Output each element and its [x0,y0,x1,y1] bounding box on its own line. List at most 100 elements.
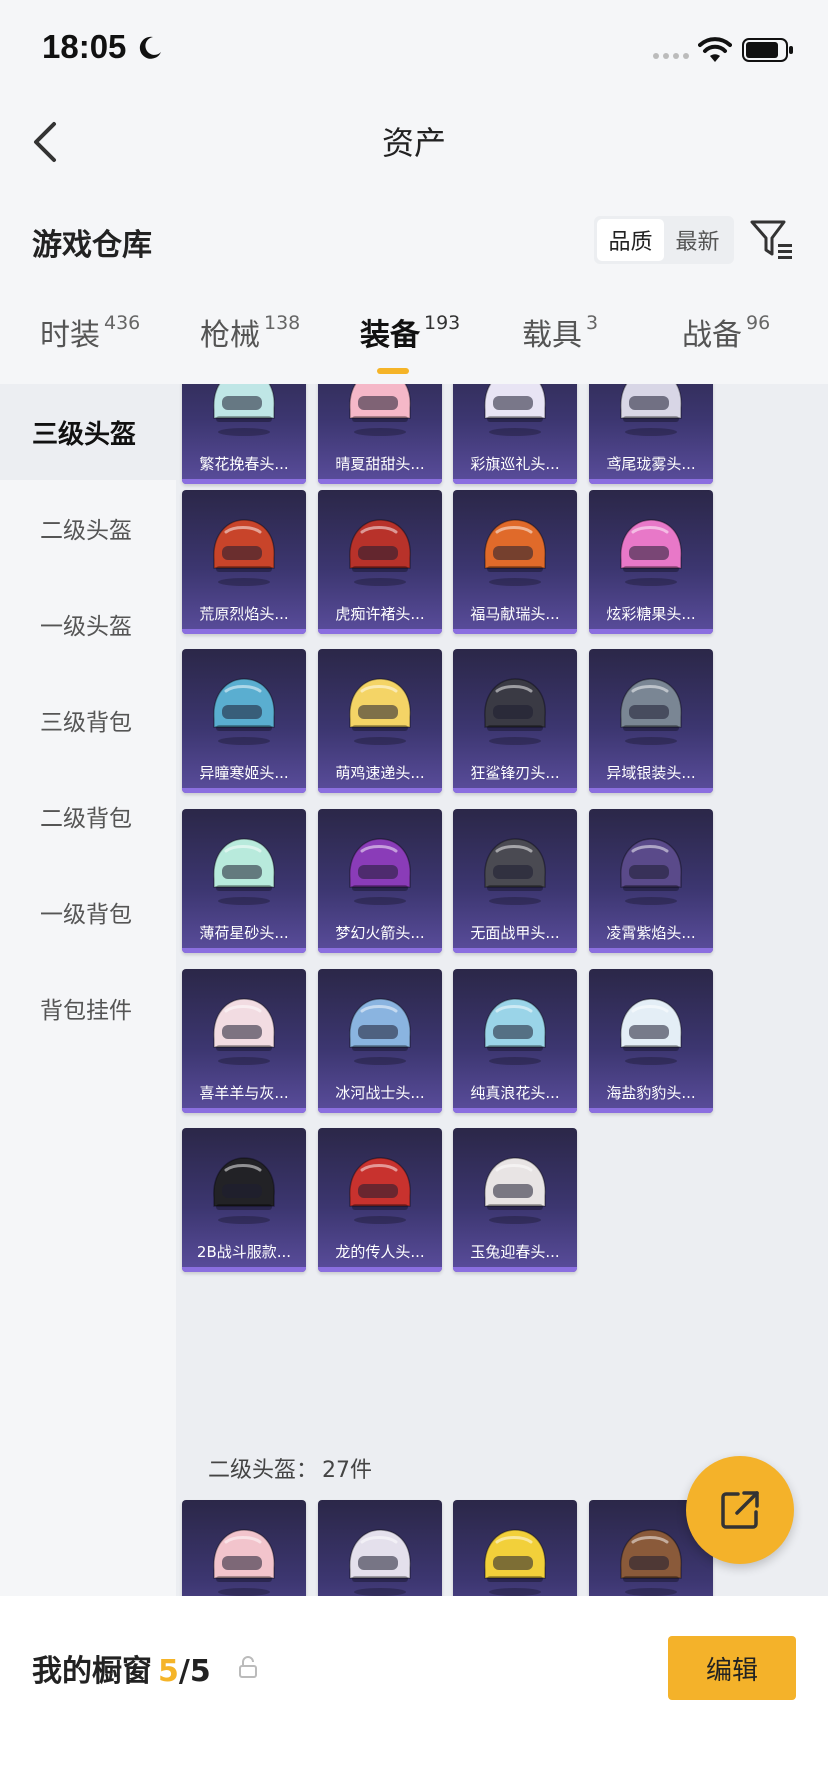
showcase-total: /5 [178,1654,211,1689]
status-bar: 18:05 [0,0,828,100]
item-card[interactable]: 异域银装头... [589,649,713,793]
item-card[interactable]: 龙的传人头... [318,1128,442,1272]
category-tabs: 时装 436 枪械 138 装备 193 载具 3 战备 96 [0,310,828,380]
item-name: 彩旗巡礼头... [470,455,560,473]
helmet-icon [620,1529,682,1596]
item-card[interactable]: 荒原烈焰头... [182,490,306,634]
item-card[interactable]: 无面战甲头... [453,809,577,953]
sidebar-item-level1-backpack[interactable]: 一级背包 [0,864,176,960]
tab-count: 96 [746,312,771,334]
item-card[interactable]: 海盐豹豹头... [589,969,713,1113]
tab-equipment[interactable]: 装备 193 [360,310,460,354]
item-card[interactable]: 虎痴许褚头... [318,490,442,634]
helmet-icon [349,1529,411,1596]
helmet-icon [349,838,411,905]
item-grid: 二级头盔： 27件 繁花挽春头... 晴夏甜甜头... 彩旗巡礼头... 鸢尾珑雾头..… [176,384,828,1596]
item-name: 虎痴许褚头... [335,605,425,623]
helmet-icon [213,519,275,586]
helmet-icon [213,1157,275,1224]
sort-option-quality[interactable]: 品质 [597,219,664,261]
sidebar-item-level1-helmet[interactable]: 一级头盔 [0,576,176,672]
item-card[interactable] [318,1500,442,1596]
item-name: 海盐豹豹头... [606,1084,696,1102]
item-card[interactable]: 晴夏甜甜头... [318,384,442,484]
helmet-icon [620,384,682,436]
item-name: 龙的传人头... [335,1243,425,1261]
item-name: 晴夏甜甜头... [335,455,425,473]
item-card[interactable]: 薄荷星砂头... [182,809,306,953]
item-name: 繁花挽春头... [199,455,289,473]
sort-option-newest[interactable]: 最新 [664,219,731,261]
item-card[interactable] [453,1500,577,1596]
tab-label: 时装 [40,318,100,353]
share-button[interactable] [686,1456,794,1564]
item-card[interactable]: 炫彩糖果头... [589,490,713,634]
tab-vehicles[interactable]: 载具 3 [522,310,598,354]
section-count: 27件 [322,1458,373,1483]
sidebar-item-level2-backpack[interactable]: 二级背包 [0,768,176,864]
item-name: 薄荷星砂头... [199,924,289,942]
battery-icon [742,38,793,62]
item-card[interactable]: 异瞳寒姬头... [182,649,306,793]
section-title: 二级头盔： [208,1458,319,1483]
item-card[interactable]: 喜羊羊与灰... [182,969,306,1113]
item-name: 冰河战士头... [335,1084,425,1102]
helmet-icon [213,678,275,745]
signal-icon [653,53,689,59]
bottom-bar: 我的橱窗 5/5 编辑 [0,1596,828,1792]
sidebar-item-backpack-charm[interactable]: 背包挂件 [0,960,176,1056]
helmet-icon [484,838,546,905]
wifi-icon [698,37,732,62]
helmet-icon [213,1529,275,1596]
sidebar-item-level3-backpack[interactable]: 三级背包 [0,672,176,768]
tab-fashion[interactable]: 时装 436 [40,310,140,354]
item-card[interactable]: 狂鲨锋刃头... [453,649,577,793]
helmet-icon [484,519,546,586]
item-name: 炫彩糖果头... [606,605,696,623]
tab-count: 138 [264,312,301,334]
tab-label: 枪械 [200,318,260,353]
item-card[interactable] [182,1500,306,1596]
moon-icon [139,36,161,59]
item-card[interactable]: 玉兔迎春头... [453,1128,577,1272]
tab-combat-gear[interactable]: 战备 96 [682,310,770,354]
helmet-icon [213,838,275,905]
filter-icon[interactable] [748,216,794,262]
page-title: 资产 [381,124,446,162]
sidebar: 三级头盔 二级头盔 一级头盔 三级背包 二级背包 一级背包 背包挂件 [0,384,176,1596]
section-label: 二级头盔： 27件 [208,1452,372,1484]
item-card[interactable]: 梦幻火箭头... [318,809,442,953]
active-tab-indicator [377,368,409,374]
item-name: 鸢尾珑雾头... [606,455,696,473]
helmet-icon [484,1157,546,1224]
item-card[interactable]: 2B战斗服款... [182,1128,306,1272]
edit-button[interactable]: 编辑 [668,1636,796,1700]
lock-icon [239,1656,257,1678]
sort-toggle[interactable]: 品质 最新 [594,216,734,264]
sidebar-item-level2-helmet[interactable]: 二级头盔 [0,480,176,576]
helmet-icon [349,1157,411,1224]
item-name: 荒原烈焰头... [199,605,289,623]
item-card[interactable]: 鸢尾珑雾头... [589,384,713,484]
item-card[interactable]: 福马献瑞头... [453,490,577,634]
tab-count: 3 [586,312,599,334]
item-name: 梦幻火箭头... [335,924,425,942]
tab-count: 193 [424,312,461,334]
tab-label: 载具 [522,318,582,353]
share-icon [721,1491,759,1529]
showcase-label: 我的橱窗 5/5 [32,1646,211,1690]
item-card[interactable]: 繁花挽春头... [182,384,306,484]
item-name: 异瞳寒姬头... [199,764,289,782]
helmet-icon [349,998,411,1065]
tab-firearms[interactable]: 枪械 138 [200,310,300,354]
helmet-icon [349,678,411,745]
item-card[interactable]: 彩旗巡礼头... [453,384,577,484]
item-card[interactable]: 纯真浪花头... [453,969,577,1113]
item-name: 喜羊羊与灰... [199,1084,289,1102]
sidebar-item-level3-helmet[interactable]: 三级头盔 [0,384,176,480]
item-card[interactable]: 萌鸡速递头... [318,649,442,793]
helmet-icon [620,998,682,1065]
item-card[interactable]: 凌霄紫焰头... [589,809,713,953]
item-card[interactable]: 冰河战士头... [318,969,442,1113]
item-name: 纯真浪花头... [470,1084,560,1102]
